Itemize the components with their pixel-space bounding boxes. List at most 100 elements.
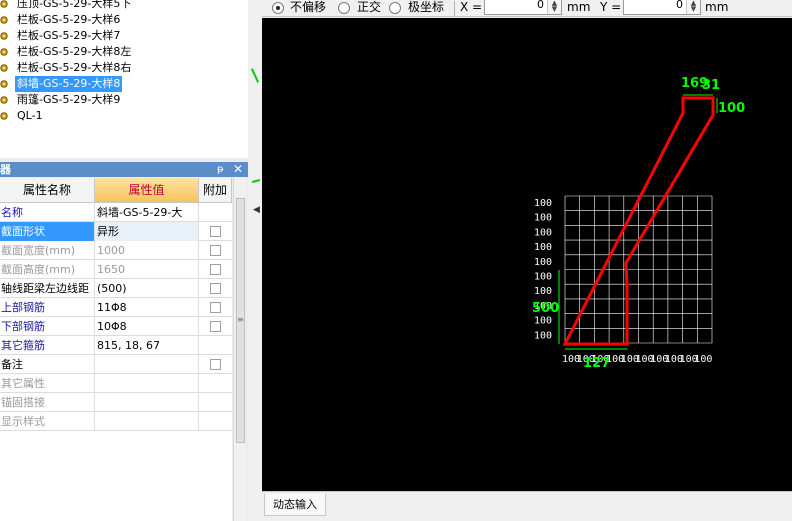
collapse-arrow-icon[interactable]: ◀ [253, 205, 260, 215]
additional-checkbox[interactable] [210, 302, 221, 313]
property-value[interactable]: (500) [95, 279, 199, 298]
property-row[interactable]: 其它箍筋 815, 18, 67 [0, 336, 232, 355]
property-extra [199, 260, 232, 279]
bottom-bar: 动态输入 [262, 491, 792, 521]
grid-label-left: 100 [534, 257, 552, 268]
property-name: 备注 [0, 355, 95, 374]
property-name: 截面形状 [0, 222, 95, 241]
x-input-value: 0 [537, 0, 544, 11]
property-row[interactable]: 下部钢筋 10Φ8 [0, 317, 232, 336]
section-outline[interactable] [562, 96, 715, 346]
additional-checkbox[interactable] [210, 226, 221, 237]
radio-no-offset[interactable] [272, 2, 284, 14]
x-input[interactable]: 0 ▲ ▼ [484, 0, 562, 15]
additional-checkbox[interactable] [210, 245, 221, 256]
panel-splitter[interactable]: ◀ [248, 0, 262, 521]
grid-labels: 1001001001001001001001001001001001001001… [534, 198, 712, 365]
properties-scrollbar[interactable]: ≡ [233, 178, 246, 521]
property-row[interactable]: 备注 [0, 355, 232, 374]
radio-orthogonal[interactable] [338, 2, 350, 14]
property-extra [199, 222, 232, 241]
label-orthogonal: 正交 [357, 0, 382, 14]
property-row[interactable]: 其它属性 [0, 374, 232, 393]
property-value[interactable]: 1000 [95, 241, 199, 260]
property-extra [199, 336, 232, 355]
property-name: 截面高度(mm) [0, 260, 95, 279]
property-value[interactable] [95, 393, 199, 412]
component-tree[interactable]: 压顶-GS-5-29-大样5下 栏板-GS-5-29-大样6 栏板-GS-5-29-… [0, 0, 248, 158]
property-row[interactable]: 截面高度(mm) 1650 [0, 260, 232, 279]
property-extra [199, 317, 232, 336]
property-row[interactable]: 上部钢筋 11Φ8 [0, 298, 232, 317]
gear-icon [0, 96, 8, 104]
additional-checkbox[interactable] [210, 359, 221, 370]
label-no-offset: 不偏移 [290, 0, 327, 14]
drawing-canvas[interactable]: 100 100 100 100 100 100 100 100 100 100 100 100 100 1… [262, 18, 792, 491]
property-name: 下部钢筋 [0, 317, 95, 336]
property-value[interactable]: 斜墙-GS-5-29-大 [95, 203, 199, 222]
grid [564, 195, 713, 344]
x-unit: mm [567, 0, 591, 14]
tree-item-label: 栏板-GS-5-29-大样8右 [17, 61, 132, 74]
header-property-value: 属性值 [95, 178, 199, 203]
y-label: Y = [600, 0, 622, 14]
dynamic-input-tab[interactable]: 动态输入 [264, 494, 326, 516]
properties-panel-title-text: 器 [0, 163, 11, 176]
tree-item-label: QL-1 [17, 109, 43, 122]
scroll-grip-icon: ≡ [237, 315, 244, 324]
x-spinner-icon[interactable]: ▲ ▼ [547, 0, 561, 14]
tree-item-label: 压顶-GS-5-29-大样5下 [17, 0, 132, 10]
grid-label-left: 100 [534, 198, 552, 209]
property-extra [199, 279, 232, 298]
tree-item-label: 斜墙-GS-5-29-大样8 [15, 76, 123, 92]
radio-polar[interactable] [389, 2, 401, 14]
property-row[interactable]: 截面形状 异形 [0, 222, 232, 241]
tree-item-label: 栏板-GS-5-29-大样6 [17, 13, 121, 26]
property-extra [199, 393, 232, 412]
properties-table: 属性名称 属性值 附加 名称 斜墙-GS-5-29-大 截面形状 异形 截面宽度(mm)… [0, 178, 232, 521]
gear-icon [0, 16, 8, 24]
property-row[interactable]: 截面宽度(mm) 1000 [0, 241, 232, 260]
property-value[interactable]: 11Φ8 [95, 298, 199, 317]
dim-left-height: 500 [532, 301, 559, 316]
property-row[interactable]: 显示样式 [0, 412, 232, 431]
y-input[interactable]: 0 ▲ ▼ [623, 0, 701, 15]
property-extra [199, 374, 232, 393]
property-extra [199, 355, 232, 374]
additional-checkbox[interactable] [210, 321, 221, 332]
additional-checkbox[interactable] [210, 283, 221, 294]
section-drawing: 1001001001001001001001001001001001001001… [532, 76, 745, 371]
property-name: 显示样式 [0, 412, 95, 431]
property-value[interactable] [95, 374, 199, 393]
pin-icon[interactable]: ᵽ [217, 163, 224, 176]
toolbar-separator [454, 1, 455, 16]
y-unit: mm [705, 0, 729, 14]
property-row[interactable]: 名称 斜墙-GS-5-29-大 [0, 203, 232, 222]
property-value[interactable]: 异形 [95, 222, 199, 241]
property-value[interactable]: 10Φ8 [95, 317, 199, 336]
property-name: 其它箍筋 [0, 336, 95, 355]
close-icon[interactable]: ✕ [233, 162, 243, 177]
property-row[interactable]: 锚固搭接 [0, 393, 232, 412]
gear-icon [0, 112, 8, 120]
grid-label-left: 100 [534, 286, 552, 297]
gear-icon [0, 80, 8, 88]
property-extra [199, 203, 232, 222]
x-label: X = [460, 0, 483, 14]
header-additional: 附加 [199, 178, 232, 203]
property-extra [199, 298, 232, 317]
coordinate-toolbar: 不偏移 正交 极坐标 X = 0 ▲ ▼ mm Y = 0 ▲ ▼ mm [262, 0, 792, 17]
properties-panel-title: 器 ᵽ ✕ [0, 162, 248, 177]
property-value[interactable] [95, 355, 199, 374]
additional-checkbox[interactable] [210, 264, 221, 275]
property-value[interactable] [95, 412, 199, 431]
gear-icon [0, 64, 8, 72]
property-value[interactable]: 1650 [95, 260, 199, 279]
property-value[interactable]: 815, 18, 67 [95, 336, 199, 355]
grid-label-left: 100 [534, 227, 552, 238]
property-name: 名称 [0, 203, 95, 222]
property-extra [199, 412, 232, 431]
y-spinner-icon[interactable]: ▲ ▼ [686, 0, 700, 14]
property-row[interactable]: 轴线距梁左边线距 (500) [0, 279, 232, 298]
y-input-value: 0 [676, 0, 683, 11]
